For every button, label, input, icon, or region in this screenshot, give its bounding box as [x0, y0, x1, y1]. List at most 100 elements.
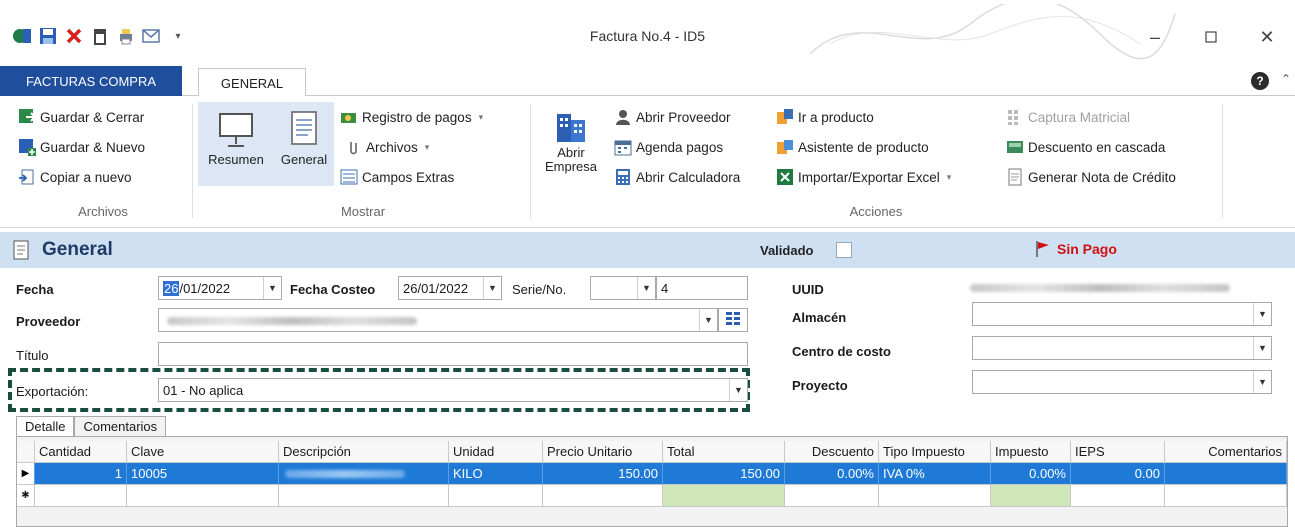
new-cell[interactable]	[1165, 485, 1287, 507]
almacen-dropdown-icon[interactable]: ▼	[1253, 303, 1271, 325]
window-controls: – ✕	[1127, 22, 1295, 52]
ir-producto-button[interactable]: Ir a producto	[776, 108, 874, 126]
proyecto-dropdown-icon[interactable]: ▼	[1253, 371, 1271, 393]
almacen-select[interactable]: ▼	[972, 302, 1272, 326]
fecha-costeo-dropdown-icon[interactable]: ▼	[483, 277, 501, 299]
archivos-button[interactable]: Archivos ▾	[344, 138, 429, 156]
centro-costo-select[interactable]: ▼	[972, 336, 1272, 360]
titulo-label: Título	[16, 348, 49, 363]
new-cell[interactable]	[879, 485, 991, 507]
exportacion-select[interactable]: 01 - No aplica ▼	[158, 378, 748, 402]
discount-icon	[1006, 138, 1024, 156]
abrir-proveedor-button[interactable]: Abrir Proveedor	[614, 108, 731, 126]
registro-pagos-button[interactable]: Registro de pagos ▾	[340, 108, 483, 126]
abrir-calculadora-button[interactable]: Abrir Calculadora	[614, 168, 740, 186]
column-header[interactable]: Clave	[127, 441, 279, 463]
asistente-producto-button[interactable]: Asistente de producto	[776, 138, 929, 156]
proyecto-select[interactable]: ▼	[972, 370, 1272, 394]
cell-descuento[interactable]: 0.00%	[785, 463, 879, 485]
resumen-button[interactable]: Resumen	[198, 102, 274, 186]
cell-impuesto[interactable]: 0.00%	[991, 463, 1071, 485]
proveedor-field[interactable]: ▼	[158, 308, 718, 332]
document-icon	[291, 111, 317, 145]
new-cell[interactable]	[1071, 485, 1165, 507]
group-separator	[530, 104, 531, 218]
flag-icon	[1036, 241, 1049, 257]
cell-tipo-impuesto[interactable]: IVA 0%	[879, 463, 991, 485]
cell-cantidad[interactable]: 1	[35, 463, 127, 485]
tab-facturas-compra[interactable]: FACTURAS COMPRA	[0, 66, 182, 96]
cell-unidad[interactable]: KILO	[449, 463, 543, 485]
collapse-ribbon-icon[interactable]: ⌃	[1281, 72, 1291, 86]
column-header[interactable]: Descuento	[785, 441, 879, 463]
proveedor-lookup-button[interactable]	[718, 308, 748, 332]
cell-comentarios[interactable]	[1165, 463, 1287, 485]
centro-costo-dropdown-icon[interactable]: ▼	[1253, 337, 1271, 359]
serie-dropdown-icon[interactable]: ▼	[637, 277, 655, 299]
descuento-cascada-button[interactable]: Descuento en cascada	[1006, 138, 1165, 156]
column-header[interactable]: IEPS	[1071, 441, 1165, 463]
column-header[interactable]: Unidad	[449, 441, 543, 463]
group-label-mostrar: Mostrar	[340, 204, 386, 219]
section-header: General Validado Sin Pago	[0, 232, 1295, 268]
group-label-acciones: Acciones	[849, 204, 903, 219]
serie-label: Serie/No.	[512, 282, 567, 297]
cell-ieps[interactable]: 0.00	[1071, 463, 1165, 485]
new-cell[interactable]	[127, 485, 279, 507]
new-cell[interactable]	[543, 485, 663, 507]
new-cell[interactable]	[279, 485, 449, 507]
new-cell[interactable]	[35, 485, 127, 507]
validado-checkbox[interactable]	[836, 242, 852, 258]
new-row[interactable]: ✱	[17, 485, 1287, 507]
minimize-icon[interactable]: –	[1127, 22, 1183, 52]
tab-detalle[interactable]: Detalle	[16, 416, 75, 436]
cell-descripcion[interactable]	[279, 463, 449, 485]
column-header[interactable]: Comentarios	[1165, 441, 1287, 463]
fecha-costeo-label: Fecha Costeo	[290, 282, 376, 297]
row-indicator: ▶	[17, 463, 35, 485]
help-icon[interactable]: ?	[1251, 72, 1269, 90]
guardar-cerrar-button[interactable]: Guardar & Cerrar	[18, 108, 144, 126]
column-header[interactable]: Total	[663, 441, 785, 463]
column-header[interactable]: Impuesto	[991, 441, 1071, 463]
cell-total[interactable]: 150.00	[663, 463, 785, 485]
column-header[interactable]: Cantidad	[35, 441, 127, 463]
descripcion-redacted	[285, 470, 405, 478]
cell-clave[interactable]: 10005	[127, 463, 279, 485]
fecha-dropdown-icon[interactable]: ▼	[263, 277, 281, 299]
group-separator	[192, 104, 193, 218]
agenda-pagos-button[interactable]: Agenda pagos	[614, 138, 723, 156]
new-cell-total[interactable]	[663, 485, 785, 507]
cell-precio[interactable]: 150.00	[543, 463, 663, 485]
building-icon	[557, 114, 585, 142]
serie-field[interactable]: ▼	[590, 276, 656, 300]
column-header[interactable]: Precio Unitario	[543, 441, 663, 463]
fecha-costeo-field[interactable]: 26/01/2022 ▼	[398, 276, 502, 300]
new-cell[interactable]	[449, 485, 543, 507]
generar-nota-credito-button[interactable]: Generar Nota de Crédito	[1006, 168, 1176, 186]
abrir-empresa-button[interactable]: Abrir Empresa	[536, 102, 606, 194]
campos-extras-button[interactable]: Campos Extras	[340, 168, 454, 186]
tab-general[interactable]: GENERAL	[198, 68, 306, 97]
tab-comentarios[interactable]: Comentarios	[74, 416, 167, 436]
fields-icon	[340, 168, 358, 186]
table-row[interactable]: ▶ 1 10005 KILO 150.00 150.00 0.00% IVA 0…	[17, 463, 1287, 485]
calendar-icon	[614, 138, 632, 156]
copiar-nuevo-button[interactable]: Copiar a nuevo	[18, 168, 132, 186]
column-header[interactable]: Descripción	[279, 441, 449, 463]
captura-matricial-button: Captura Matricial	[1006, 108, 1130, 126]
new-cell[interactable]	[785, 485, 879, 507]
new-cell-impuesto[interactable]	[991, 485, 1071, 507]
grid-header: Cantidad Clave Descripción Unidad Precio…	[17, 441, 1287, 463]
fecha-field[interactable]: 26/01/2022 ▼	[158, 276, 282, 300]
exportacion-dropdown-icon[interactable]: ▼	[729, 379, 747, 401]
column-header[interactable]: Tipo Impuesto	[879, 441, 991, 463]
titulo-field[interactable]	[158, 342, 748, 366]
close-icon[interactable]: ✕	[1239, 22, 1295, 52]
general-view-button[interactable]: General	[274, 102, 334, 186]
numero-field[interactable]: 4	[656, 276, 748, 300]
importar-exportar-excel-button[interactable]: Importar/Exportar Excel ▾	[776, 168, 951, 186]
guardar-nuevo-button[interactable]: Guardar & Nuevo	[18, 138, 145, 156]
proveedor-dropdown-icon[interactable]: ▼	[699, 309, 717, 331]
maximize-icon[interactable]	[1183, 22, 1239, 52]
